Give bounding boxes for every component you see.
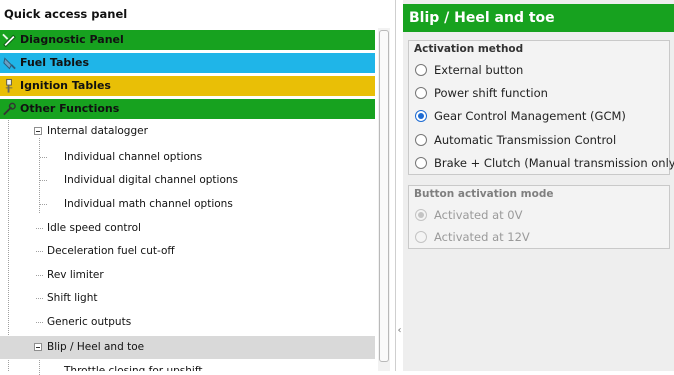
tree-item-label: Shift light	[47, 292, 98, 304]
tree-item-label: Rev limiter	[47, 269, 104, 281]
tree-connector	[40, 204, 47, 205]
radio-selected-icon[interactable]	[415, 110, 427, 122]
tree-item-label: Blip / Heel and toe	[47, 341, 145, 353]
category-fuel-tables[interactable]: Fuel Tables	[0, 53, 375, 73]
radio-selected-icon[interactable]	[415, 209, 427, 221]
tree-item-label: Individual math channel options	[64, 198, 233, 210]
tree-connector	[36, 322, 43, 323]
radio-icon[interactable]	[415, 231, 427, 243]
category-label: Ignition Tables	[20, 79, 111, 92]
radio-label: External button	[434, 63, 524, 77]
radio-icon[interactable]	[415, 87, 427, 99]
radio-label: Activated at 12V	[434, 230, 530, 244]
button-activation-mode-group: Button activation mode Activated at 0V A…	[408, 185, 670, 249]
radio-label: Brake + Clutch (Manual transmission only…	[434, 156, 674, 170]
radio-label: Automatic Transmission Control	[434, 133, 617, 147]
tree-connector	[36, 251, 43, 252]
quick-access-panel: Quick access panel Diagnostic Panel Fuel…	[0, 0, 396, 375]
activation-method-title: Activation method	[414, 43, 524, 55]
tree-item-individual-channel-options[interactable]: Individual channel options	[0, 146, 375, 169]
radio-label: Gear Control Management (GCM)	[434, 109, 626, 123]
tree-item-label: Internal datalogger	[47, 125, 148, 137]
tree-item-deceleration-fuel-cut-off[interactable]: Deceleration fuel cut-off	[0, 240, 375, 263]
tree-item-label: Idle speed control	[47, 222, 141, 234]
radio-label: Activated at 0V	[434, 208, 523, 222]
ignition-icon	[5, 78, 13, 93]
tools-icon	[3, 102, 16, 116]
tree-item-throttle-closing-for-upshift[interactable]: Throttle closing for upshift	[0, 360, 375, 371]
settings-header: Blip / Heel and toe	[403, 4, 674, 32]
tree-connector	[40, 157, 47, 158]
tree-item-shift-light[interactable]: Shift light	[0, 287, 375, 310]
splitter-handle[interactable]: ‹	[396, 322, 403, 340]
tree-item-idle-speed-control[interactable]: Idle speed control	[0, 217, 375, 240]
tree-item-individual-digital-channel-options[interactable]: Individual digital channel options	[0, 169, 375, 192]
tree-connector	[36, 275, 43, 276]
tree-item-individual-math-channel-options[interactable]: Individual math channel options	[0, 193, 375, 216]
radio-label: Power shift function	[434, 86, 548, 100]
tree-connector	[36, 228, 43, 229]
tree-item-generic-outputs[interactable]: Generic outputs	[0, 311, 375, 334]
category-diagnostic-panel[interactable]: Diagnostic Panel	[0, 30, 375, 50]
tree-item-blip-heel-and-toe[interactable]: Blip / Heel and toe	[0, 336, 375, 359]
tree-item-label: Generic outputs	[47, 316, 132, 328]
tree-item-label: Deceleration fuel cut-off	[47, 245, 175, 257]
diagnostic-icon	[2, 33, 16, 48]
category-label: Fuel Tables	[20, 56, 90, 69]
tree-scrollbar[interactable]	[378, 28, 390, 371]
tree-item-rev-limiter[interactable]: Rev limiter	[0, 264, 375, 287]
settings-panel: Blip / Heel and toe Activation method Ex…	[403, 0, 674, 371]
collapse-icon[interactable]	[34, 127, 42, 135]
tree-connector	[36, 298, 43, 299]
scrollbar-thumb[interactable]	[379, 30, 389, 362]
tree-item-label: Throttle closing for upshift	[64, 365, 203, 371]
fuel-icon	[3, 57, 16, 70]
tree-item-label: Individual channel options	[64, 151, 203, 163]
radio-icon[interactable]	[415, 134, 427, 146]
tree-item-internal-datalogger[interactable]: Internal datalogger	[0, 120, 375, 143]
tree-connector	[40, 180, 47, 181]
radio-icon[interactable]	[415, 64, 427, 76]
category-ignition-tables[interactable]: Ignition Tables	[0, 76, 375, 96]
collapse-icon[interactable]	[34, 343, 42, 351]
radio-icon[interactable]	[415, 157, 427, 169]
tree-item-label: Individual digital channel options	[64, 174, 239, 186]
category-other-functions[interactable]: Other Functions	[0, 99, 375, 119]
activation-method-group: Activation method External button Power …	[408, 40, 674, 175]
button-activation-mode-title: Button activation mode	[414, 188, 554, 200]
category-label: Diagnostic Panel	[20, 33, 124, 46]
quick-access-panel-title: Quick access panel	[4, 7, 128, 21]
category-label: Other Functions	[20, 102, 120, 115]
